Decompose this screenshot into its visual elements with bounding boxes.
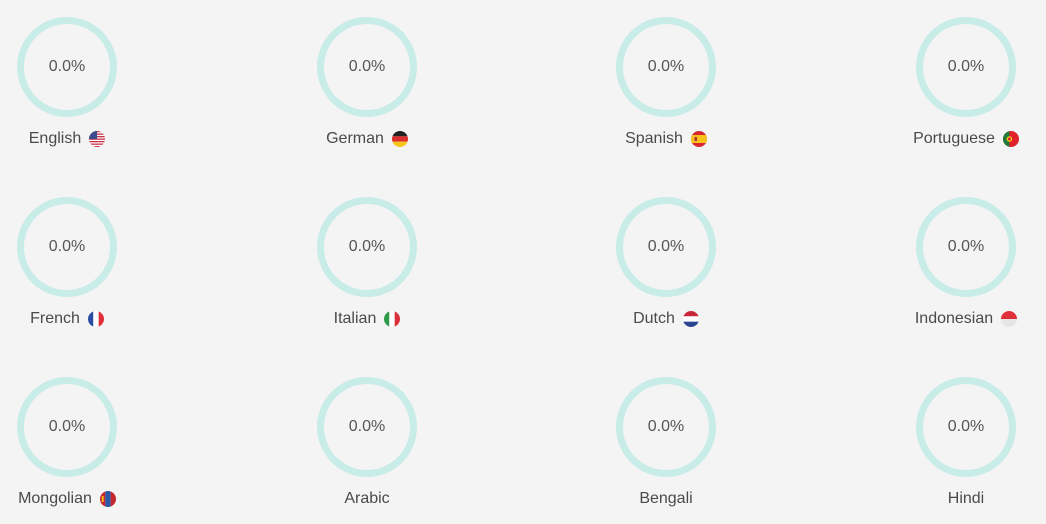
language-name: French — [30, 310, 80, 327]
language-name: Mongolian — [18, 490, 92, 507]
progress-percent: 0.0% — [647, 238, 685, 255]
progress-percent: 0.0% — [647, 58, 685, 75]
nl-flag-icon — [682, 311, 699, 327]
language-name: Italian — [333, 310, 377, 327]
language-card-italian[interactable]: 0.0% Italian — [317, 197, 417, 347]
language-label-row: Bengali — [576, 488, 756, 510]
us-flag-icon — [89, 131, 106, 147]
language-name: Hindi — [947, 490, 985, 507]
language-label-row: Indonesian — [876, 308, 1046, 330]
language-card-spanish[interactable]: 0.0% Spanish — [616, 17, 716, 167]
it-flag-icon — [384, 311, 401, 327]
progress-percent: 0.0% — [348, 238, 386, 255]
progress-percent: 0.0% — [647, 418, 685, 435]
language-name: Arabic — [344, 490, 390, 507]
language-label-row: Dutch — [576, 308, 756, 330]
progress-percent: 0.0% — [947, 418, 985, 435]
progress-percent: 0.0% — [947, 238, 985, 255]
language-card-german[interactable]: 0.0% German — [317, 17, 417, 167]
language-card-english[interactable]: 0.0% English — [17, 17, 117, 167]
progress-percent: 0.0% — [48, 58, 86, 75]
language-card-bengali[interactable]: 0.0% Bengali — [616, 377, 716, 524]
language-name: Spanish — [625, 130, 683, 147]
de-flag-icon — [391, 131, 408, 147]
progress-percent: 0.0% — [348, 58, 386, 75]
language-name: Indonesian — [914, 310, 994, 327]
language-card-indonesian[interactable]: 0.0% Indonesian — [915, 197, 1018, 347]
language-label-row: Italian — [277, 308, 457, 330]
language-card-hindi[interactable]: 0.0% Hindi — [916, 377, 1016, 524]
language-label-row: Arabic — [277, 488, 457, 510]
language-label-row: Portuguese — [876, 128, 1046, 150]
language-card-dutch[interactable]: 0.0% Dutch — [616, 197, 716, 347]
progress-percent: 0.0% — [48, 238, 86, 255]
language-card-portuguese[interactable]: 0.0% Portuguese — [913, 17, 1019, 167]
language-label-row: Hindi — [876, 488, 1046, 510]
progress-percent: 0.0% — [48, 418, 86, 435]
progress-percent: 0.0% — [947, 58, 985, 75]
language-label-row: French — [0, 308, 157, 330]
language-label-row: Spanish — [576, 128, 756, 150]
language-name: German — [326, 130, 384, 147]
pt-flag-icon — [1002, 131, 1019, 147]
language-name: Dutch — [633, 310, 675, 327]
fr-flag-icon — [87, 311, 104, 327]
es-flag-icon — [690, 131, 707, 147]
language-name: Portuguese — [913, 130, 995, 147]
language-label-row: Mongolian — [0, 488, 157, 510]
id-flag-icon — [1001, 311, 1018, 327]
language-label-row: German — [277, 128, 457, 150]
language-label-row: English — [0, 128, 157, 150]
language-progress-grid: 0.0% English 0.0% German 0.0% Spanish 0.… — [0, 0, 1046, 524]
progress-percent: 0.0% — [348, 418, 386, 435]
language-card-french[interactable]: 0.0% French — [17, 197, 117, 347]
mn-flag-icon — [99, 491, 116, 507]
language-card-mongolian[interactable]: 0.0% Mongolian — [17, 377, 117, 524]
language-card-arabic[interactable]: 0.0% Arabic — [317, 377, 417, 524]
language-name: Bengali — [639, 490, 693, 507]
language-name: English — [28, 130, 82, 147]
